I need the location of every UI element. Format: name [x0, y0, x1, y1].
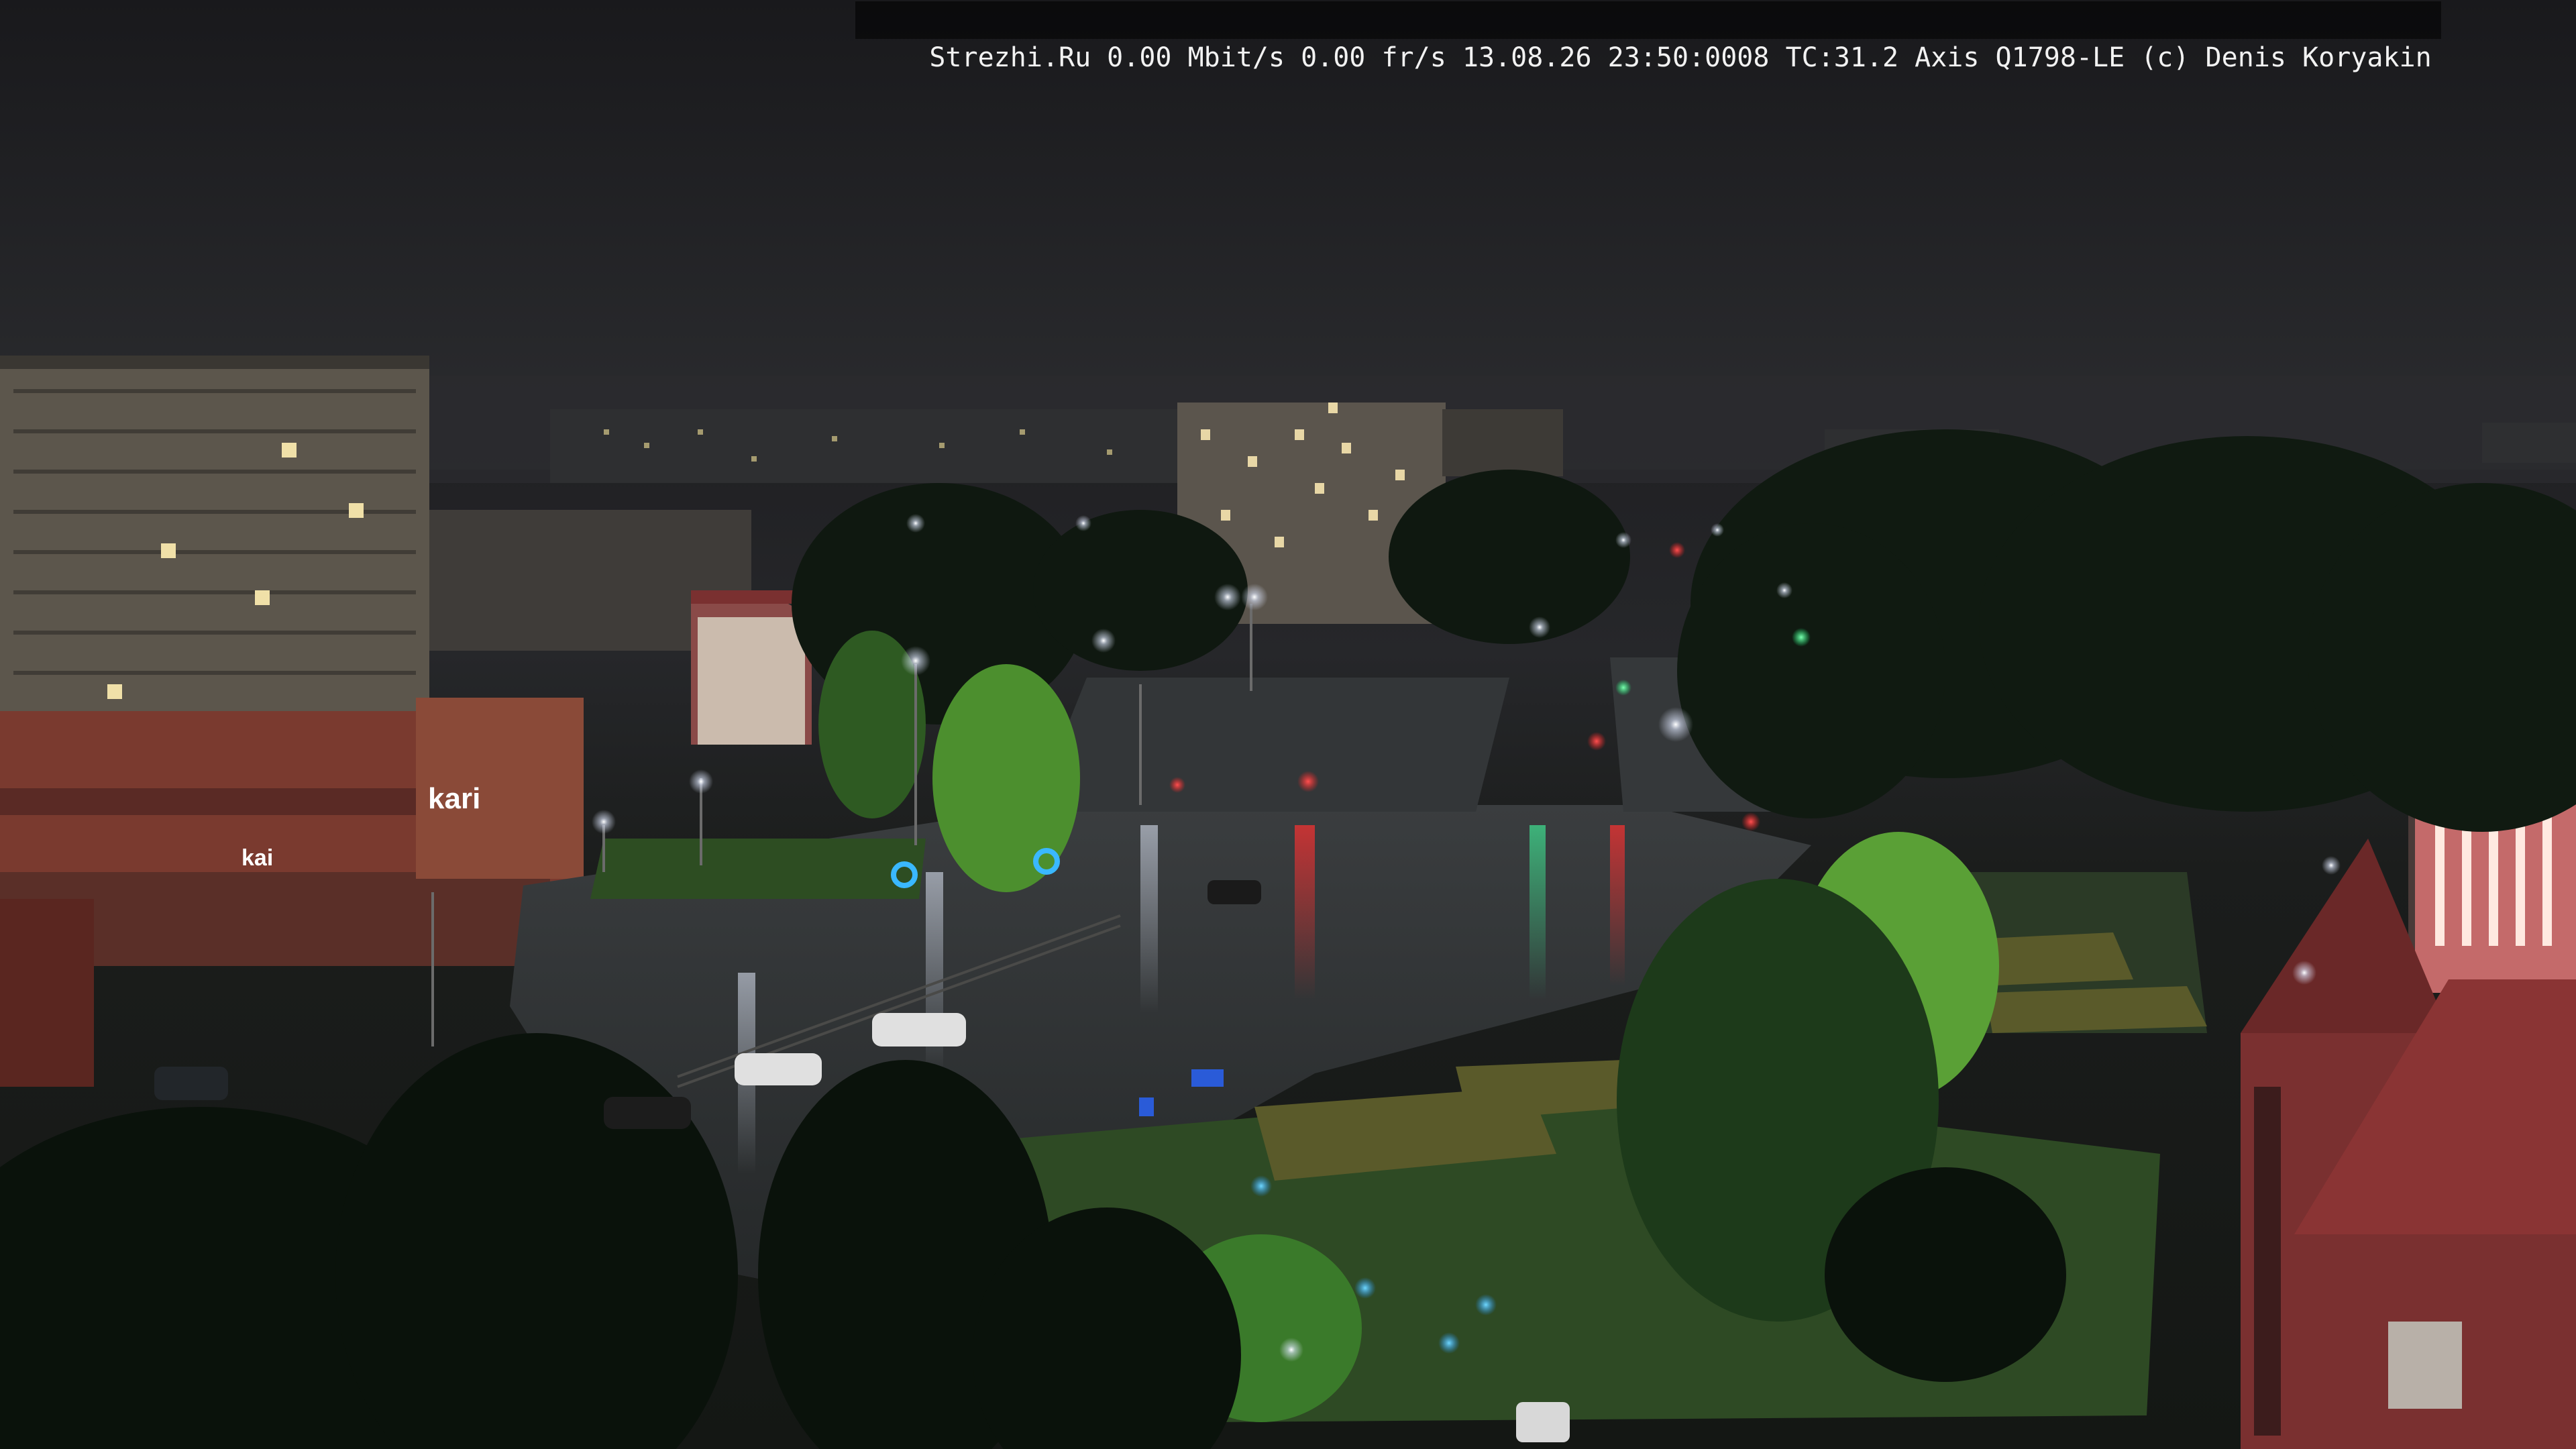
overlay-datetime: 13.08.26 23:50:0008 — [1462, 42, 1770, 73]
camera-overlay: Strezhi.Ru 0.00 Mbit/s 0.00 fr/s 13.08.26 … — [855, 1, 2441, 73]
overlay-site: Strezhi.Ru — [929, 42, 1091, 73]
overlay-framerate: 0.00 fr/s — [1301, 42, 1446, 73]
plaza-road-upper — [1033, 678, 1509, 812]
overlay-temperature: TC:31.2 — [1785, 42, 1899, 73]
tree-line-right — [1677, 429, 2576, 832]
right-red-building — [2241, 724, 2576, 1449]
white-reflection — [1140, 825, 1158, 1013]
overlay-bitrate: 0.00 Mbit/s — [1107, 42, 1285, 73]
webcam-frame: kari kai Strezhi.Ru 0.00 Mbit/s 0.00 fr/… — [0, 0, 2576, 1449]
red-reflection — [1610, 825, 1625, 986]
commercial-building — [0, 698, 584, 1087]
red-reflection — [1295, 825, 1315, 1000]
night-city-scene: kari kai — [0, 0, 2576, 1449]
overlay-copyright: (c) Denis Koryakin — [2141, 42, 2432, 73]
store-sign-small: kai — [241, 845, 273, 871]
green-reflection — [1529, 825, 1546, 1000]
road-sign — [1191, 1069, 1224, 1087]
overlay-camera-model: Axis Q1798-LE — [1915, 42, 2125, 73]
store-sign: kari — [428, 782, 480, 815]
pedestrian-sign — [1139, 1097, 1154, 1116]
